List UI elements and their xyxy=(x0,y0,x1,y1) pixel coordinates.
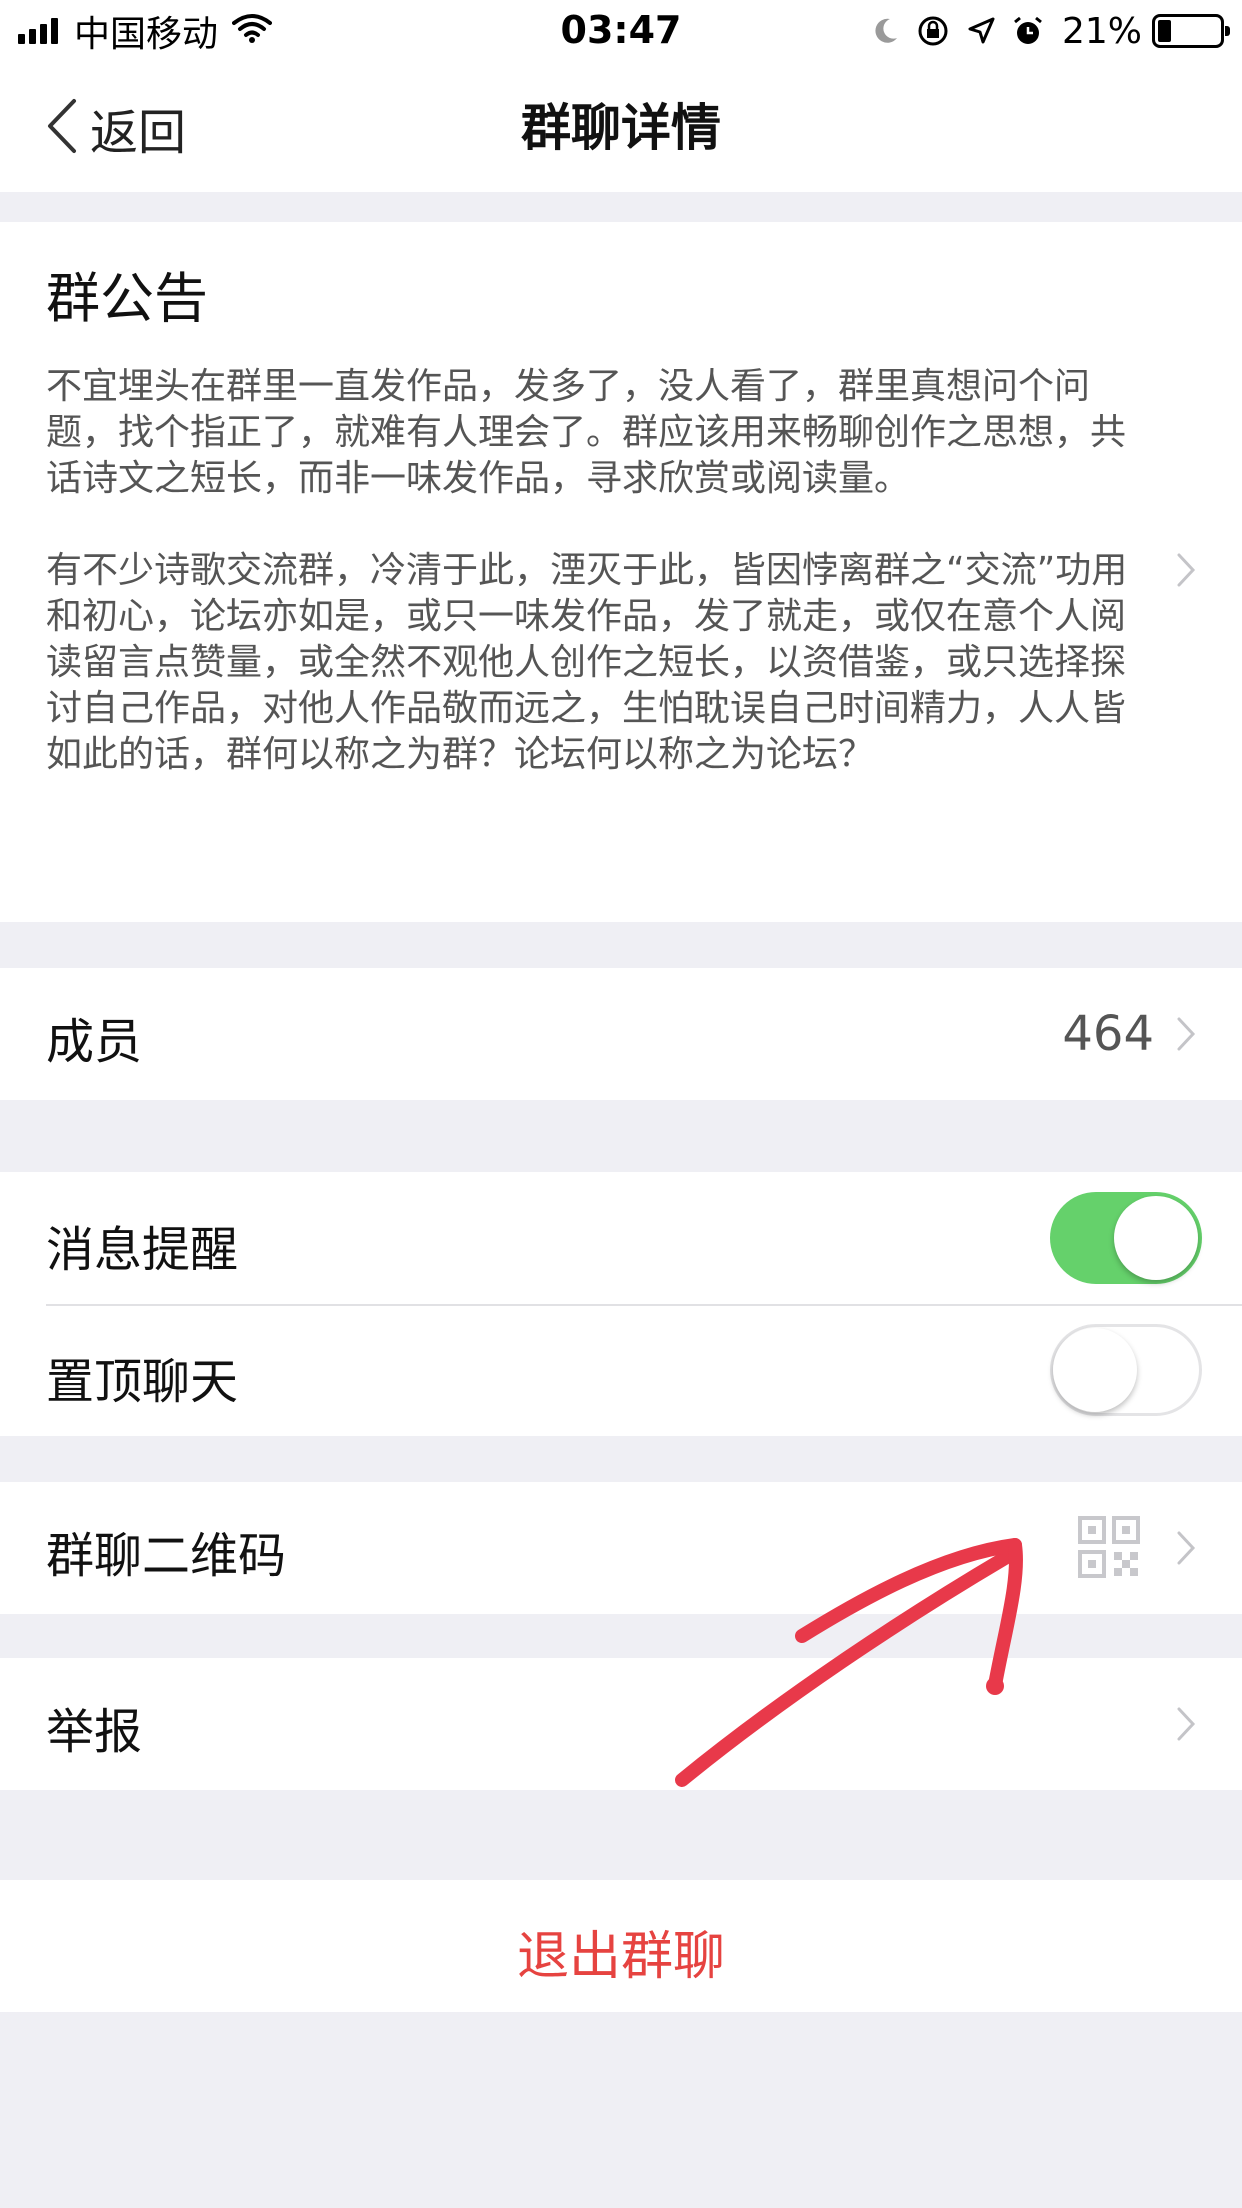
annotation-arrow xyxy=(675,1538,1023,1787)
